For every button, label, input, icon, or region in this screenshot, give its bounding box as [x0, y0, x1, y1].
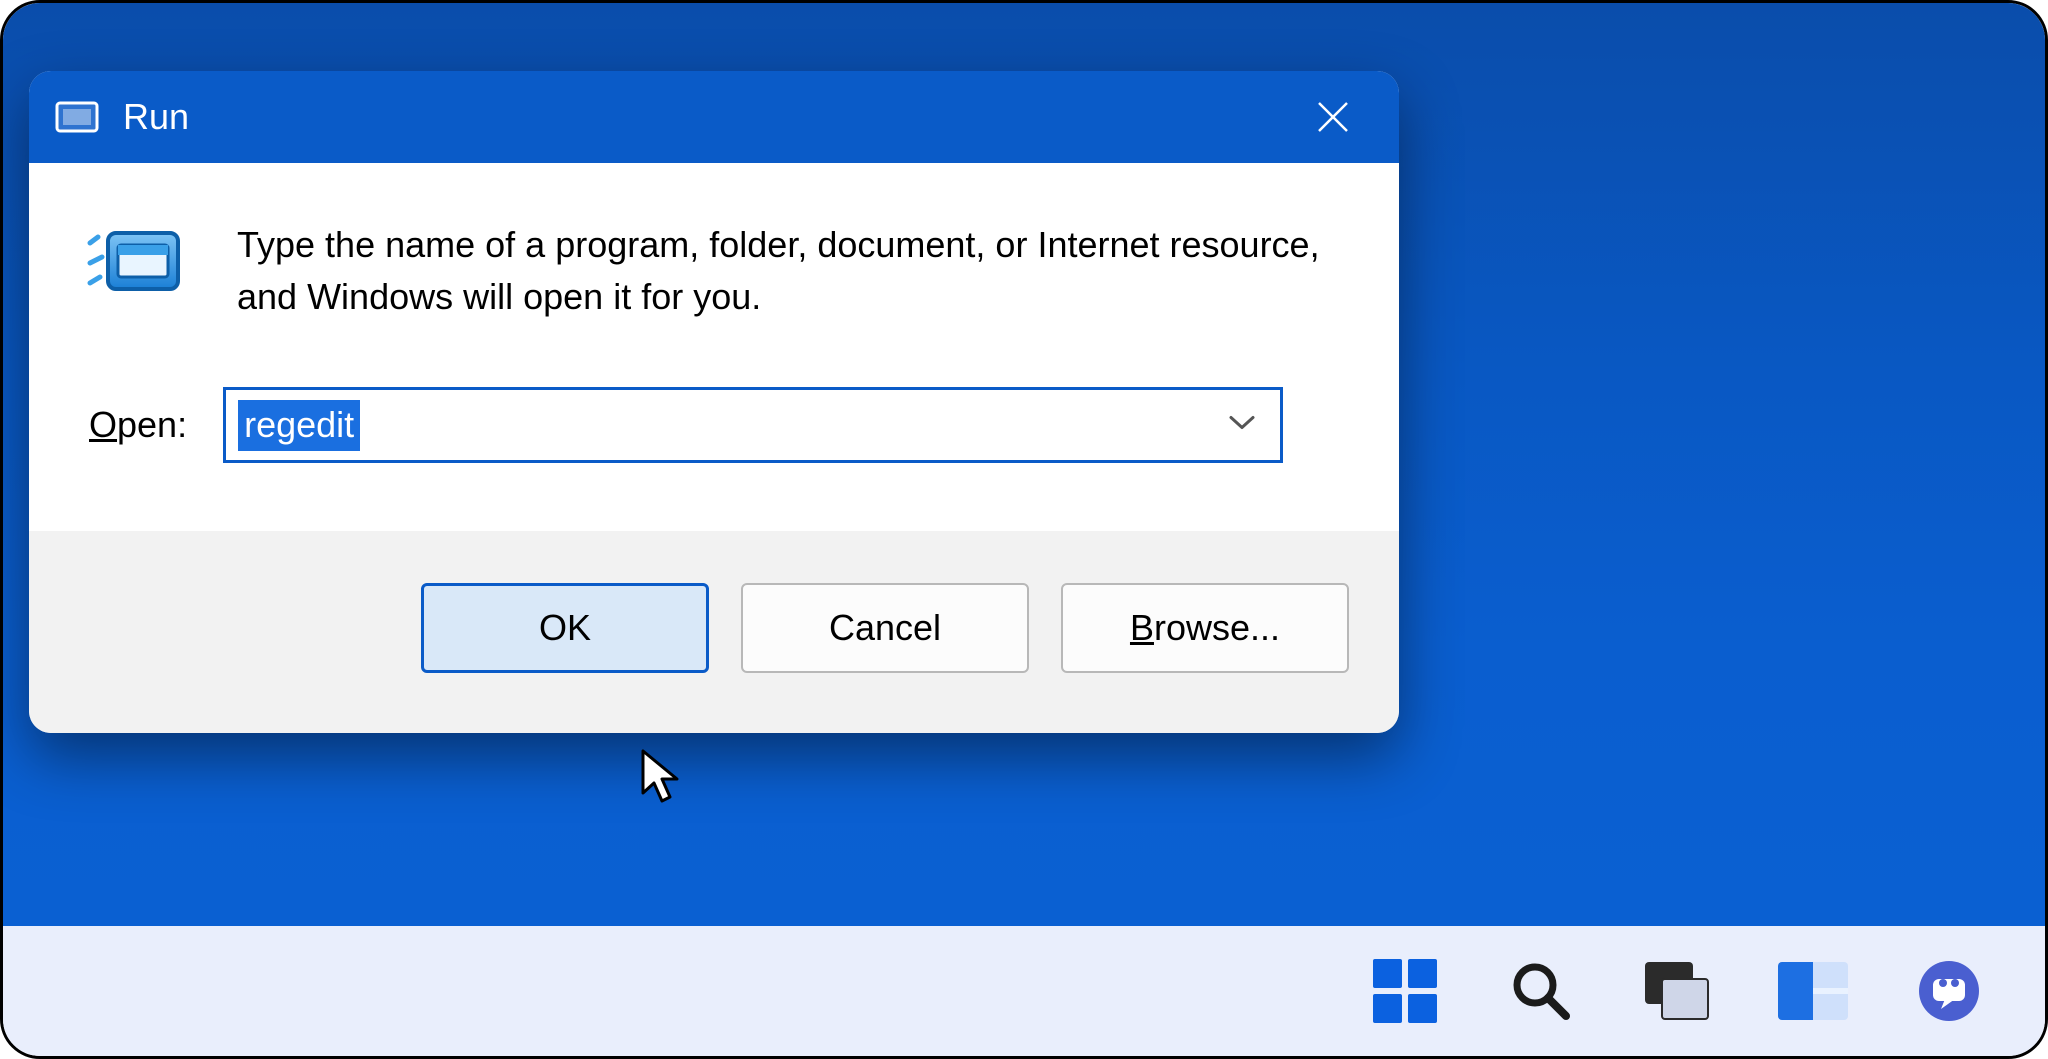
- run-dialog-icon: [79, 219, 189, 303]
- start-icon: [1373, 959, 1437, 1023]
- task-view-icon: [1645, 962, 1709, 1020]
- close-button[interactable]: [1293, 87, 1373, 147]
- search-icon: [1508, 958, 1574, 1024]
- browse-button[interactable]: Browse...: [1061, 583, 1349, 673]
- window-title: Run: [123, 96, 189, 138]
- chat-icon: [1917, 959, 1981, 1023]
- run-icon: [55, 99, 99, 135]
- chat-button[interactable]: [1913, 955, 1985, 1027]
- button-bar: OK Cancel Browse...: [29, 531, 1399, 733]
- titlebar[interactable]: Run: [29, 71, 1399, 163]
- search-button[interactable]: [1505, 955, 1577, 1027]
- dialog-description: Type the name of a program, folder, docu…: [237, 219, 1349, 323]
- run-dialog: Run: [29, 71, 1399, 733]
- ok-button[interactable]: OK: [421, 583, 709, 673]
- start-button[interactable]: [1369, 955, 1441, 1027]
- task-view-button[interactable]: [1641, 955, 1713, 1027]
- widgets-button[interactable]: [1777, 955, 1849, 1027]
- open-input-value[interactable]: regedit: [238, 400, 360, 451]
- cancel-button[interactable]: Cancel: [741, 583, 1029, 673]
- taskbar: [3, 926, 2045, 1056]
- open-label: Open:: [89, 404, 187, 446]
- widgets-icon: [1778, 962, 1848, 1020]
- chevron-down-icon[interactable]: [1228, 414, 1256, 437]
- open-combobox[interactable]: regedit: [223, 387, 1283, 463]
